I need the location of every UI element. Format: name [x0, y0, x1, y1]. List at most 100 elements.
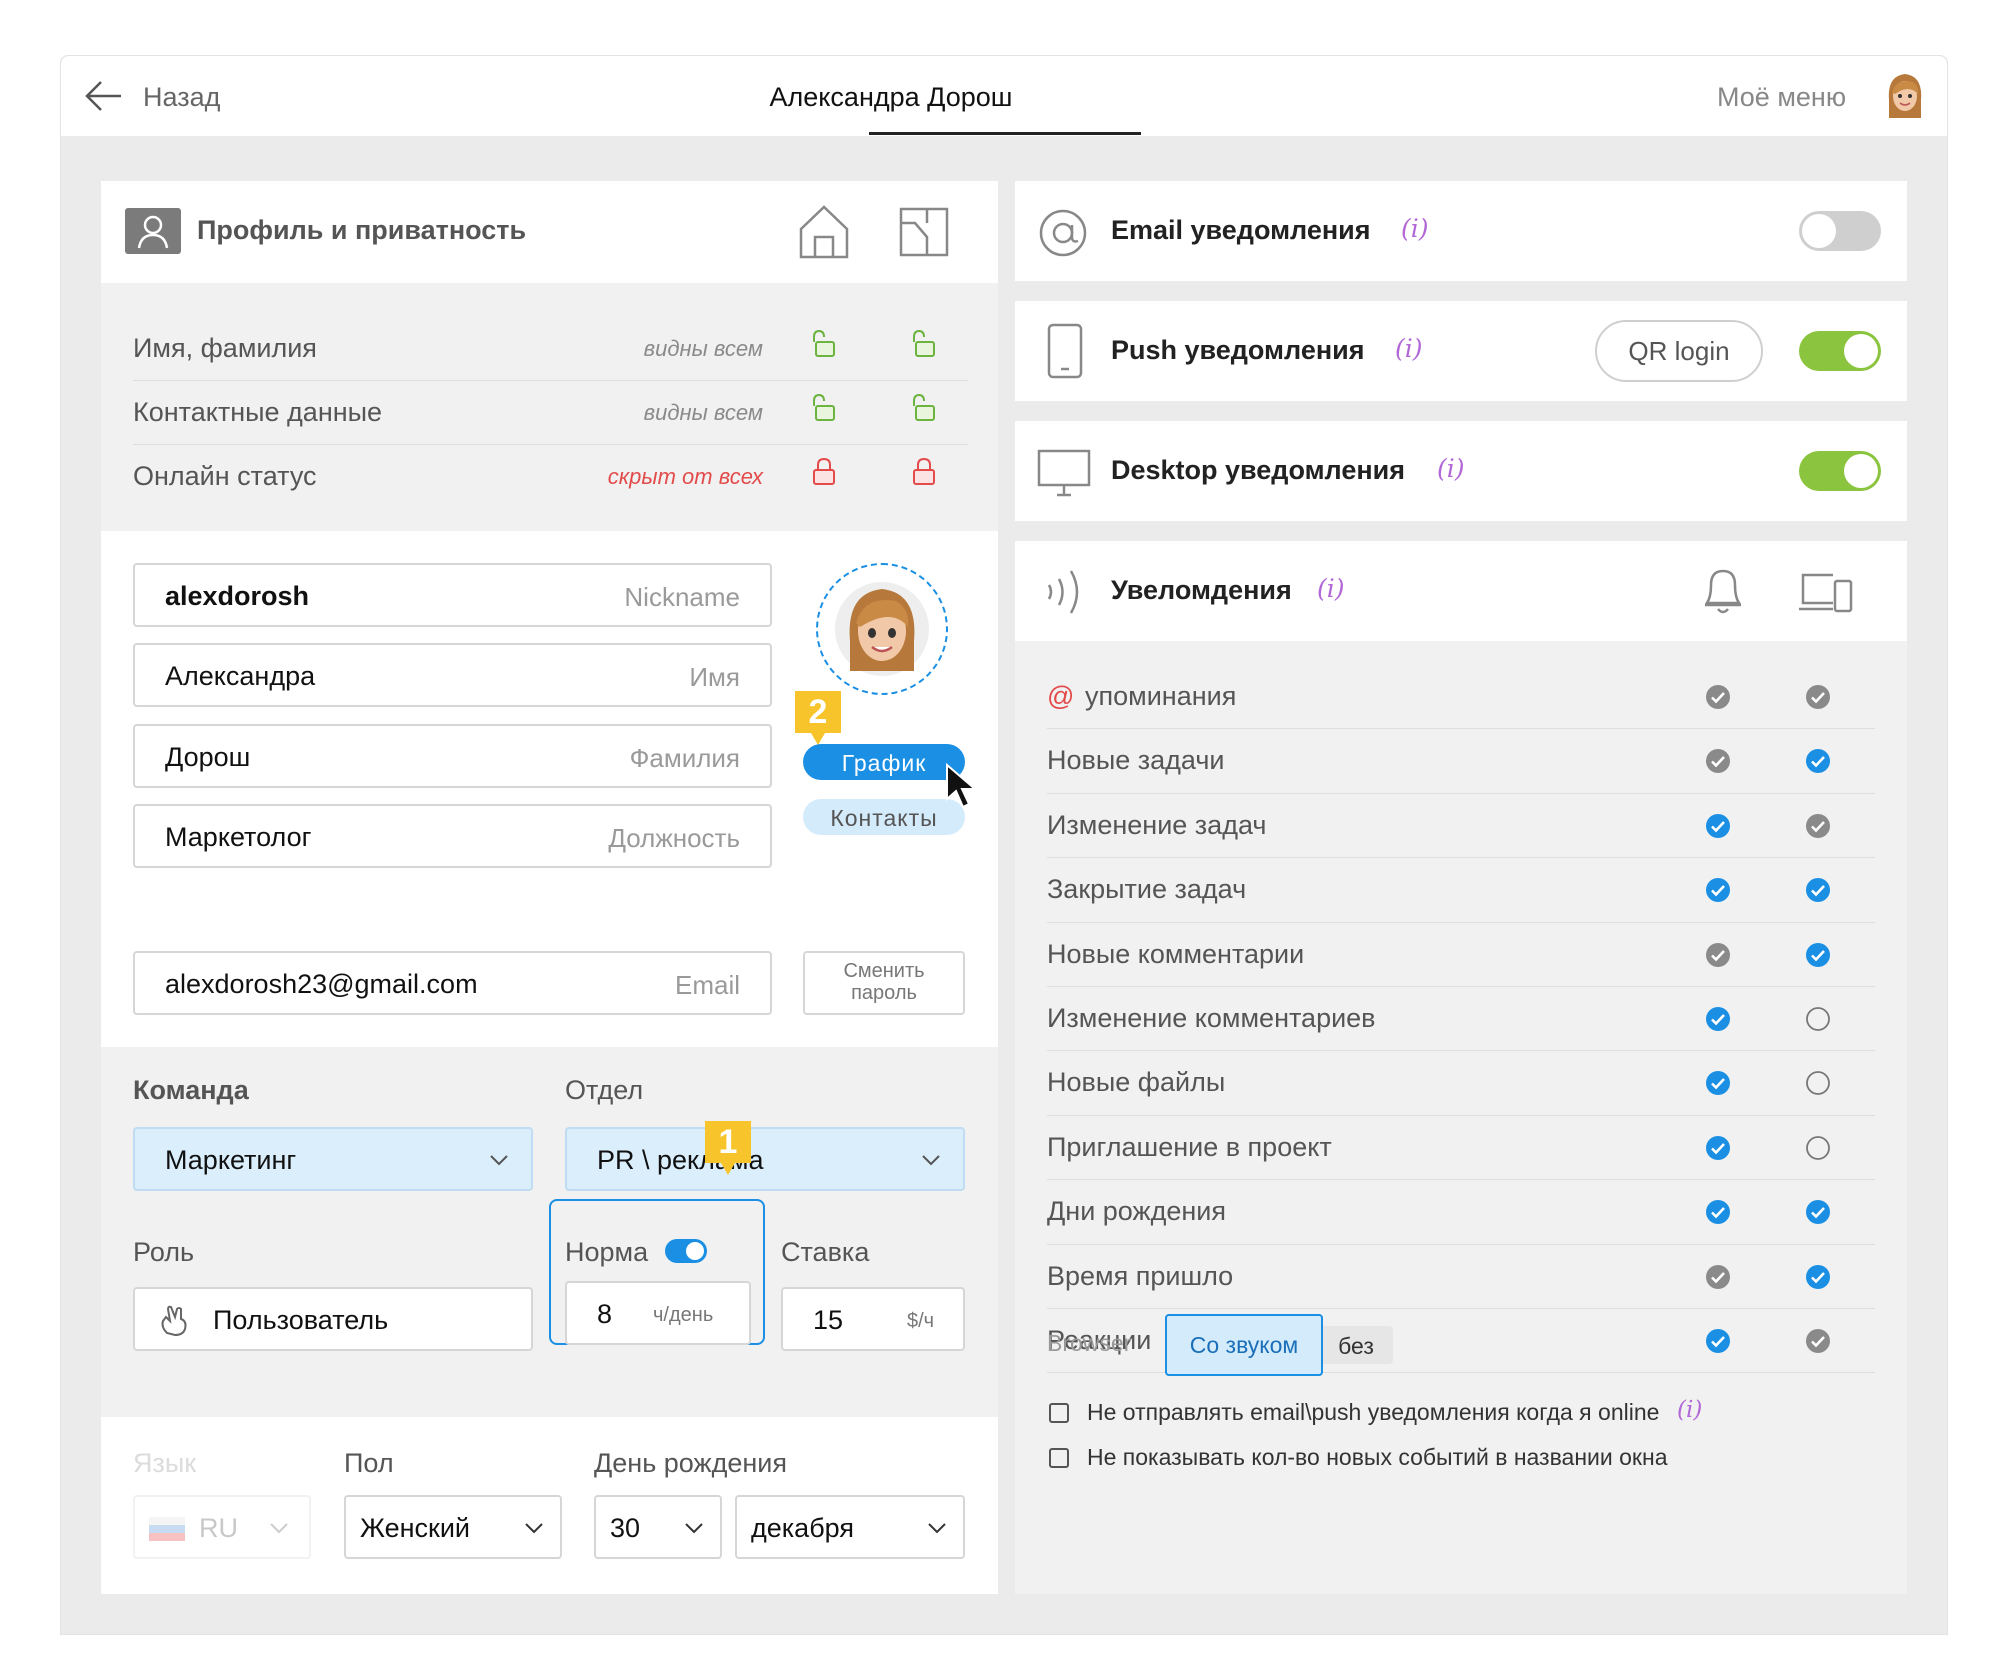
first-name-value: Александра	[165, 661, 316, 691]
my-menu-button[interactable]: Моё меню	[1717, 82, 1846, 113]
info-icon[interactable]: (i)	[1395, 334, 1423, 363]
option1-checkbox[interactable]	[1049, 1403, 1069, 1423]
checkmark-icon[interactable]	[1805, 813, 1831, 839]
info-icon[interactable]: (i)	[1677, 1397, 1702, 1423]
dept-label: Отдел	[565, 1075, 644, 1105]
checkbox-empty-icon[interactable]	[1805, 1135, 1831, 1161]
checkmark-icon[interactable]	[1705, 1070, 1731, 1096]
email-field[interactable]: alexdorosh23@gmail.com Email	[133, 951, 772, 1015]
bell-icon	[1701, 563, 1745, 622]
language-select[interactable]: RU	[133, 1495, 311, 1559]
checkmark-icon[interactable]	[1805, 1199, 1831, 1225]
checkbox-empty-icon[interactable]	[1805, 1006, 1831, 1032]
contacts-button[interactable]: Контакты	[803, 799, 965, 835]
checkmark-icon[interactable]	[1705, 748, 1731, 774]
title-underline	[869, 132, 1141, 135]
privacy-status-name: видны всем	[643, 336, 763, 361]
info-icon[interactable]: (i)	[1317, 574, 1345, 603]
checkmark-icon[interactable]	[1705, 877, 1731, 903]
position-field[interactable]: Маркетолог Должность	[133, 804, 772, 868]
privacy-status-online: скрыт от всех	[607, 464, 763, 489]
change-password-button[interactable]: Сменить пароль	[803, 951, 965, 1015]
lock-icon[interactable]	[810, 457, 838, 492]
sound-on-button[interactable]: Со звуком	[1165, 1314, 1323, 1376]
last-name-field[interactable]: Дорош Фамилия	[133, 724, 772, 788]
gender-select[interactable]: Женский	[344, 1495, 562, 1559]
unlock-icon[interactable]	[908, 393, 938, 428]
checkmark-icon[interactable]	[1805, 1264, 1831, 1290]
top-bar: Назад Александра Дорош Моё меню	[61, 56, 1947, 136]
lock-icon[interactable]	[910, 457, 938, 492]
sound-off-button[interactable]: без	[1323, 1326, 1393, 1364]
info-icon[interactable]: (i)	[1401, 214, 1429, 243]
push-notifications-panel: Push уведомления (i) QR login	[1015, 301, 1907, 401]
team-select[interactable]: Маркетинг	[133, 1127, 533, 1191]
option2-label: Не показывать кол-во новых событий в наз…	[1087, 1444, 1668, 1470]
gender-label: Пол	[344, 1448, 394, 1478]
checkmark-icon[interactable]	[1705, 813, 1731, 839]
building-icon[interactable]	[899, 207, 949, 257]
chevron-down-icon	[489, 1153, 509, 1172]
at-sign-icon	[1037, 207, 1089, 264]
info-icon[interactable]: (i)	[1437, 454, 1465, 483]
divider	[133, 444, 968, 445]
checkmark-icon[interactable]	[1705, 1135, 1731, 1161]
team-block: Команда Отдел Маркетинг PR \ реклама Рол…	[101, 1047, 998, 1417]
push-notifications-toggle[interactable]	[1799, 331, 1881, 371]
dept-select[interactable]: PR \ реклама	[565, 1127, 965, 1191]
birthday-day-select[interactable]: 30	[594, 1495, 722, 1559]
checkmark-icon[interactable]	[1805, 1328, 1831, 1354]
language-label: Язык	[133, 1448, 197, 1478]
position-placeholder: Должность	[608, 823, 740, 853]
notification-row: Реакции	[1015, 1309, 1907, 1374]
email-notifications-toggle[interactable]	[1799, 211, 1881, 251]
first-name-placeholder: Имя	[689, 662, 740, 692]
notification-row: Дни рождения	[1015, 1180, 1907, 1245]
birthday-month-select[interactable]: декабря	[735, 1495, 965, 1559]
checkmark-icon[interactable]	[1705, 1199, 1731, 1225]
desktop-notifications-title: Desktop уведомления	[1111, 455, 1406, 485]
badge-2: 2	[791, 689, 845, 749]
unlock-icon[interactable]	[808, 329, 838, 364]
profile-title: Профиль и приватность	[197, 215, 527, 245]
norm-label: Норма	[565, 1237, 649, 1267]
notification-label: Изменение комментариев	[1047, 1003, 1376, 1033]
checkmark-icon[interactable]	[1805, 684, 1831, 710]
push-notifications-title: Push уведомления	[1111, 335, 1365, 365]
checkmark-icon[interactable]	[1805, 942, 1831, 968]
back-arrow-icon[interactable]	[83, 78, 123, 114]
avatar-upload[interactable]	[816, 563, 948, 695]
privacy-block: Имя, фамилия видны всем Контактные данны…	[101, 283, 998, 531]
chevron-down-icon	[524, 1521, 544, 1540]
checkbox-empty-icon[interactable]	[1805, 1070, 1831, 1096]
norm-toggle[interactable]	[665, 1239, 707, 1263]
home-icon[interactable]	[797, 203, 851, 259]
nickname-field[interactable]: alexdorosh Nickname	[133, 563, 772, 627]
role-select[interactable]: Пользователь	[133, 1287, 533, 1351]
email-value: alexdorosh23@gmail.com	[165, 969, 478, 999]
schedule-button[interactable]: График	[803, 744, 965, 780]
checkmark-icon[interactable]	[1705, 942, 1731, 968]
user-avatar[interactable]	[1883, 70, 1927, 122]
unlock-icon[interactable]	[808, 393, 838, 428]
option2-checkbox[interactable]	[1049, 1448, 1069, 1468]
checkmark-icon[interactable]	[1705, 1006, 1731, 1032]
privacy-label-name: Имя, фамилия	[133, 333, 317, 363]
qr-login-button[interactable]: QR login	[1595, 320, 1763, 382]
avatar-image	[835, 582, 929, 676]
email-placeholder: Email	[674, 970, 740, 1000]
badge-1: 1	[701, 1119, 755, 1179]
unlock-icon[interactable]	[908, 329, 938, 364]
checkmark-icon[interactable]	[1705, 1264, 1731, 1290]
signal-icon	[1045, 567, 1087, 622]
rate-input[interactable]: 15 $/ч	[781, 1287, 965, 1351]
chevron-down-icon	[927, 1521, 947, 1540]
norm-input[interactable]: 8 ч/день	[565, 1281, 751, 1345]
checkmark-icon[interactable]	[1705, 684, 1731, 710]
checkmark-icon[interactable]	[1705, 1328, 1731, 1354]
back-button[interactable]: Назад	[143, 82, 220, 113]
checkmark-icon[interactable]	[1805, 748, 1831, 774]
checkmark-icon[interactable]	[1805, 877, 1831, 903]
first-name-field[interactable]: Александра Имя	[133, 643, 772, 707]
desktop-notifications-toggle[interactable]	[1799, 451, 1881, 491]
